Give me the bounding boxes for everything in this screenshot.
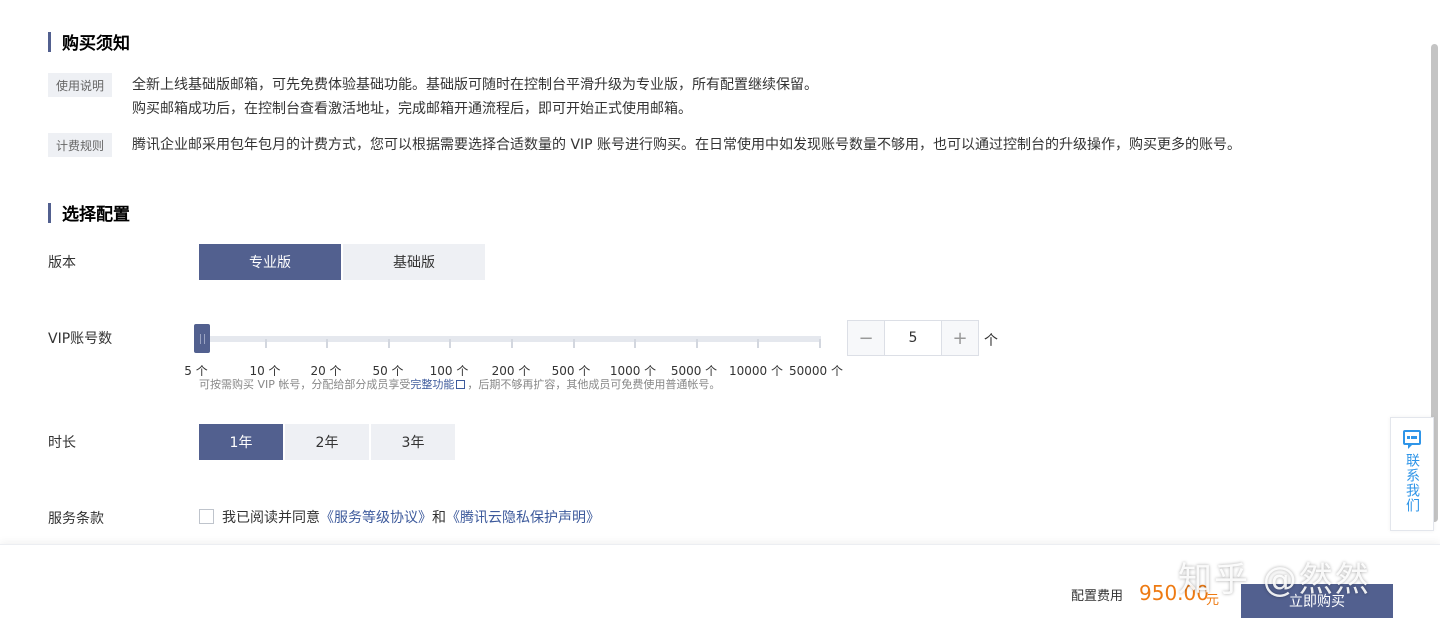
slider-tick: [264, 339, 267, 348]
duration-option-3y[interactable]: 3年: [371, 424, 455, 460]
vip-quantity-stepper: − 5 +: [847, 320, 979, 356]
usage-tag: 使用说明: [48, 73, 112, 97]
billing-text: 腾讯企业邮采用包年包月的计费方式，您可以根据需要选择合适数量的 VIP 账号进行…: [132, 137, 1242, 153]
fee-label: 配置费用: [1071, 589, 1124, 604]
edition-label: 版本: [48, 255, 76, 271]
chat-icon: [1403, 430, 1421, 449]
vip-slider-handle[interactable]: [194, 324, 210, 353]
full-features-link[interactable]: 完整功能: [410, 378, 454, 391]
terms-text: 我已阅读并同意《服务等级协议》和《腾讯云隐私保护声明》: [222, 507, 600, 527]
privacy-link[interactable]: 《腾讯云隐私保护声明》: [446, 510, 600, 526]
hint-text-after: ，后期不够再扩容，其他成员可免费使用普通帐号。: [467, 378, 721, 391]
terms-prefix: 我已阅读并同意: [222, 510, 320, 526]
grip-icon: [199, 333, 205, 344]
sla-link[interactable]: 《服务等级协议》: [320, 510, 432, 526]
contact-us-widget[interactable]: 联系我们: [1390, 417, 1434, 531]
slider-tick: [326, 339, 329, 348]
quantity-unit: 个: [984, 333, 998, 349]
notice-title-text: 购买须知: [62, 34, 130, 54]
config-title-text: 选择配置: [62, 205, 130, 225]
slider-tick: [572, 339, 575, 348]
watermark: 知乎 @然然: [1178, 560, 1371, 600]
notice-section-title: 购买须知: [48, 29, 130, 54]
terms-label: 服务条款: [48, 511, 104, 527]
usage-line-2: 购买邮箱成功后，在控制台查看激活地址，完成邮箱开通流程后，即可开始正式使用邮箱。: [132, 101, 692, 117]
duration-label: 时长: [48, 435, 76, 451]
slider-tick: [449, 339, 452, 348]
decrement-button[interactable]: −: [848, 321, 884, 355]
config-section-title: 选择配置: [48, 200, 130, 225]
duration-option-1y[interactable]: 1年: [199, 424, 283, 460]
external-link-icon[interactable]: [456, 380, 466, 389]
contact-us-label: 联系我们: [1404, 453, 1420, 513]
duration-option-2y[interactable]: 2年: [285, 424, 369, 460]
hint-text-before: 可按需购买 VIP 帐号，分配给部分成员享受: [199, 378, 411, 391]
edition-option-pro[interactable]: 专业版: [199, 244, 341, 280]
usage-line-1: 全新上线基础版邮箱，可先免费体验基础功能。基础版可随时在控制台平滑升级为专业版，…: [132, 77, 818, 93]
edition-option-basic[interactable]: 基础版: [343, 244, 485, 280]
slider-tick: [634, 339, 637, 348]
terms-middle: 和: [432, 510, 446, 526]
increment-button[interactable]: +: [942, 321, 978, 355]
tick-label: 10000 个: [729, 364, 783, 378]
tick-label: 50000 个: [789, 364, 843, 378]
slider-tick: [757, 339, 760, 348]
vip-slider-track[interactable]: [199, 336, 821, 342]
slider-tick: [511, 339, 513, 348]
title-accent-bar: [48, 31, 51, 52]
slider-tick: [695, 339, 698, 348]
slider-tick: [387, 339, 390, 348]
billing-tag: 计费规则: [48, 133, 112, 157]
slider-tick: [819, 339, 821, 348]
terms-checkbox[interactable]: [199, 509, 214, 524]
vip-hint: 可按需购买 VIP 帐号，分配给部分成员享受完整功能 ，后期不够再扩容，其他成员可…: [199, 376, 720, 392]
quantity-input[interactable]: 5: [884, 321, 942, 355]
title-accent-bar: [48, 202, 51, 223]
vip-label: VIP账号数: [48, 331, 113, 347]
